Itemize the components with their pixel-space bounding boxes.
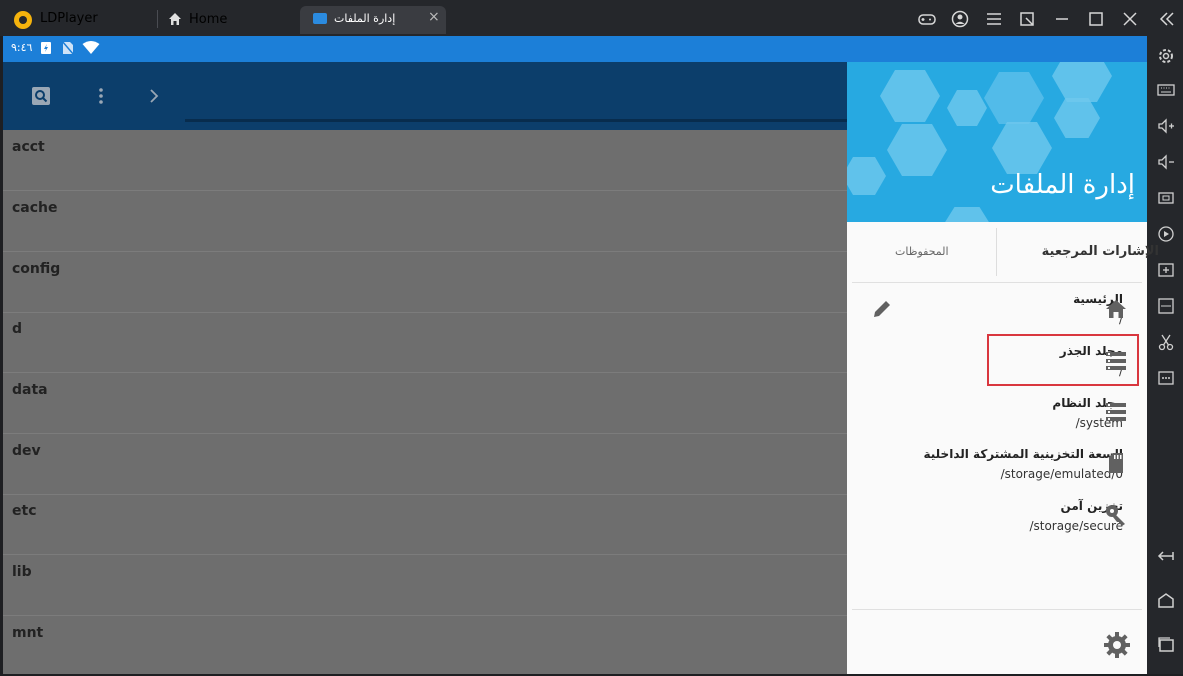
tab-divider [996,228,997,276]
file-name: mnt [12,625,44,641]
drawer-title: إدارة الملفات [990,170,1135,200]
menu-icon[interactable] [985,10,1003,28]
hexagon-decoration [992,122,1052,174]
tab-home[interactable]: Home [189,12,227,27]
no-sim-icon [62,41,74,55]
tab-file-manager-label: إدارة الملفات [334,12,396,25]
status-time: ٩:٤٦ [11,41,33,54]
list-item[interactable]: lib [3,555,847,616]
file-name: config [12,261,61,277]
list-item[interactable]: config [3,252,847,313]
list-item[interactable]: mnt [3,616,847,676]
apk-install-icon[interactable] [1156,296,1176,316]
file-name: d [12,321,23,337]
add-window-icon[interactable] [1156,260,1176,280]
file-name: lib [12,564,32,580]
divider [852,282,1142,283]
tab-close-icon[interactable]: × [428,9,440,25]
minimize-icon[interactable] [1053,10,1071,28]
list-item[interactable]: cache [3,191,847,252]
home-icon [1106,300,1126,318]
hexagon-decoration [847,157,886,195]
selection-highlight-box [987,334,1139,386]
close-window-icon[interactable] [1121,10,1139,28]
list-item[interactable]: d [3,312,847,373]
hexagon-decoration [947,90,987,126]
list-item[interactable]: data [3,373,847,434]
hexagon-decoration [887,124,947,176]
maximize-icon[interactable] [1087,10,1105,28]
scissors-icon[interactable] [1156,332,1176,352]
drawer-item-internal-storage-title[interactable]: السعة التخزينية المشتركة الداخلية [923,447,1123,461]
file-name: cache [12,200,58,216]
divider [852,609,1142,610]
list-item[interactable]: dev [3,434,847,495]
gear-icon[interactable] [1102,630,1132,660]
file-name: data [12,382,48,398]
ldplayer-logo-icon [14,11,32,29]
screenshot-icon[interactable] [1156,188,1176,208]
hexagon-decoration [1052,62,1112,102]
android-status-bar [3,36,1147,62]
file-name: dev [12,443,41,459]
overflow-menu-icon[interactable] [96,86,106,106]
search-icon[interactable] [31,86,51,106]
file-name: etc [12,503,37,519]
account-icon[interactable] [951,10,969,28]
file-name: acct [12,139,45,155]
edit-pencil-icon[interactable] [870,297,894,321]
tab-saved[interactable]: المحفوظات [895,245,949,258]
battery-charging-icon [41,42,51,54]
more-options-icon[interactable] [1156,368,1176,388]
tab-bookmarks[interactable]: الإشارات المرجعية [1042,244,1159,259]
back-icon[interactable] [1156,546,1176,566]
volume-down-icon[interactable] [1156,152,1176,172]
tab-separator [157,10,158,28]
settings-icon[interactable] [1156,46,1176,66]
folder-icon [313,13,327,24]
resize-window-icon[interactable] [1018,10,1036,28]
chevron-right-icon[interactable] [148,88,160,104]
gamepad-icon[interactable] [918,10,936,28]
recent-apps-icon[interactable] [1156,634,1176,654]
list-item[interactable]: etc [3,494,847,555]
file-list: acct cache config d data dev etc lib mnt [3,130,847,674]
hexagon-decoration [880,70,940,122]
record-icon[interactable] [1156,224,1176,244]
key-icon [1106,505,1125,526]
app-title: LDPlayer [40,11,98,26]
keyboard-icon[interactable] [1156,80,1176,100]
drawer-header: إدارة الملفات [847,62,1147,222]
hexagon-decoration [942,207,992,222]
sd-card-icon [1109,453,1123,473]
home-tab-icon [169,13,181,25]
storage-list-icon [1106,403,1126,421]
home-nav-icon[interactable] [1156,590,1176,610]
list-item[interactable]: acct [3,130,847,191]
hexagon-decoration [1054,98,1100,138]
volume-up-icon[interactable] [1156,116,1176,136]
hexagon-decoration [984,72,1044,124]
path-bar-underline [185,119,847,122]
collapse-sidebar-icon[interactable] [1158,10,1176,28]
wifi-icon [82,41,100,54]
